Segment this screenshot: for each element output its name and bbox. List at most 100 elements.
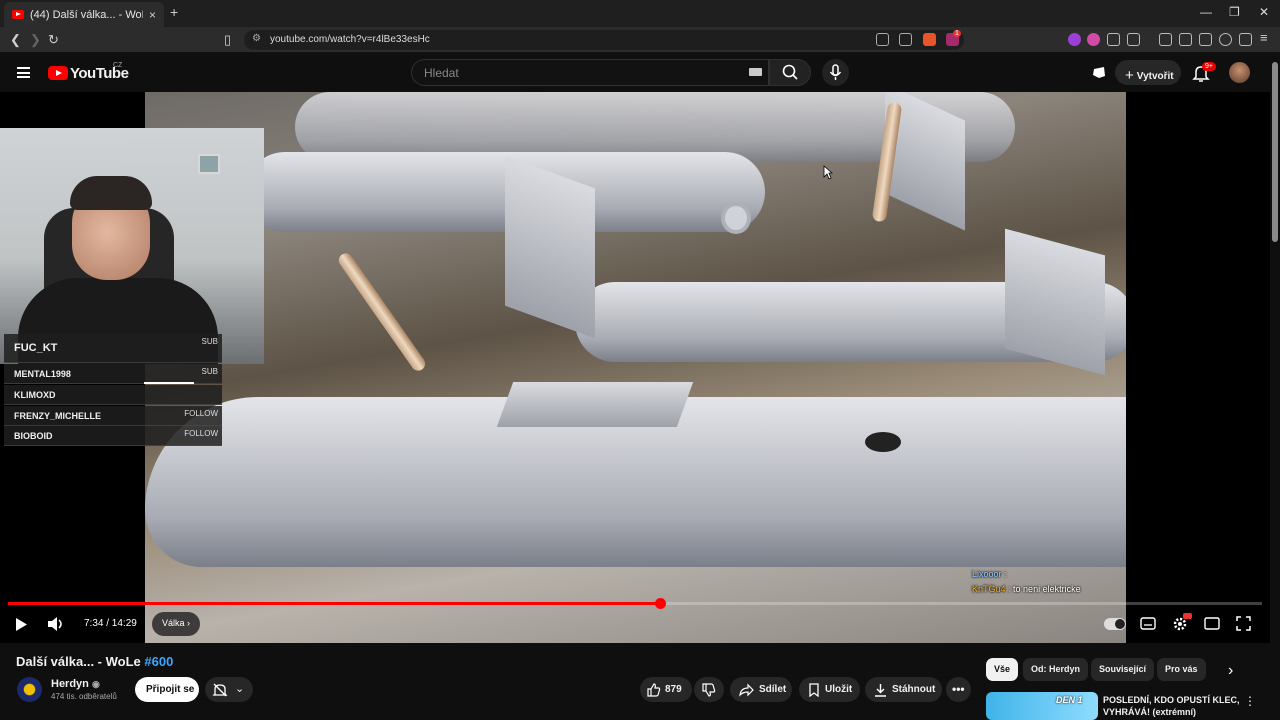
event-name: KLIMOXD: [14, 390, 56, 400]
fullscreen-icon[interactable]: [1236, 616, 1251, 631]
keyboard-icon[interactable]: [749, 68, 762, 76]
video-player[interactable]: FUC_KT SUB MENTAL1998 SUB KLIMOXD FRENZY…: [0, 92, 1270, 643]
autoplay-toggle[interactable]: [1104, 618, 1126, 630]
progress-played: [8, 602, 661, 605]
recommendation-menu-icon[interactable]: ⋮: [1244, 694, 1256, 708]
media-icon[interactable]: [1159, 33, 1172, 46]
save-button[interactable]: Uložit: [799, 677, 860, 702]
hd-badge: [1183, 613, 1192, 619]
save-label: Uložit: [825, 684, 853, 695]
share-icon[interactable]: [899, 33, 912, 46]
new-tab-button[interactable]: +: [170, 4, 178, 20]
download-label: Stáhnout: [892, 684, 936, 695]
chip-for-you[interactable]: Pro vás: [1157, 658, 1206, 681]
wallet-icon[interactable]: [1199, 33, 1212, 46]
streamer-hair: [70, 176, 152, 210]
close-tab-icon[interactable]: ×: [149, 8, 156, 22]
chapter-label: Válka: [162, 618, 185, 628]
channel-name[interactable]: Herdyn ◉: [51, 678, 100, 690]
save-playlist-icon: [809, 683, 819, 697]
drone-panel: [496, 382, 694, 427]
leo-ai-icon[interactable]: [1219, 33, 1232, 46]
recommendation-thumbnail[interactable]: DEN 1: [986, 692, 1098, 720]
youtube-header: YouTube CZ Hledat + Vytvořit 9+: [0, 53, 1280, 92]
brave-shield-icon[interactable]: [923, 33, 936, 46]
search-input[interactable]: Hledat: [411, 59, 769, 86]
maximize-icon[interactable]: ❐: [1229, 5, 1240, 19]
chip-all[interactable]: Vše: [986, 658, 1019, 681]
progress-bar[interactable]: [8, 598, 1262, 609]
share-button[interactable]: Sdílet: [730, 677, 792, 702]
theater-mode-icon[interactable]: [1204, 617, 1220, 630]
youtube-favicon-icon: [12, 10, 24, 19]
forward-icon[interactable]: ❯: [30, 32, 41, 48]
recommendation-title[interactable]: POSLEDNÍ, KDO OPUSTÍ KLEC, VYHRÁVÁ! (ext…: [1103, 694, 1243, 718]
hashtag-link[interactable]: #600: [144, 654, 173, 669]
url-field[interactable]: ⚙ youtube.com/watch?v=r4lBe33esHc: [244, 30, 964, 50]
drone-fin: [505, 155, 595, 339]
youtube-logo-icon[interactable]: [48, 66, 68, 80]
search-button[interactable]: [769, 59, 811, 86]
browser-menu-icon[interactable]: ≡: [1260, 30, 1268, 45]
more-actions-button[interactable]: •••: [946, 677, 971, 702]
event-name: MENTAL1998: [14, 369, 71, 379]
video-title: Další válka... - WoLe #600: [16, 654, 173, 669]
gaming-icon[interactable]: [1091, 64, 1107, 80]
chat-user: KnTGu4 :: [972, 584, 1011, 594]
scrubber-handle[interactable]: [655, 598, 667, 609]
chat-message: to neni elektricke: [1013, 584, 1081, 594]
channel-avatar[interactable]: [17, 677, 42, 702]
video-frame[interactable]: [145, 92, 1126, 643]
browser-tab-bar: (44) Další válka... - WoLe #600 - × + — …: [0, 0, 1280, 27]
cast-icon[interactable]: [876, 33, 889, 46]
extensions-icon[interactable]: [1107, 33, 1120, 46]
chip-related[interactable]: Související: [1091, 658, 1155, 681]
stream-events-panel: FUC_KT SUB MENTAL1998 SUB KLIMOXD FRENZY…: [4, 334, 222, 446]
thumbs-up-icon: [647, 683, 661, 697]
chapter-chip[interactable]: Válka ›: [152, 612, 201, 636]
extension-2-icon[interactable]: [1087, 33, 1100, 46]
chip-from-channel[interactable]: Od: Herdyn: [1023, 658, 1089, 681]
notification-badge: 9+: [1202, 62, 1216, 71]
account-avatar[interactable]: [1229, 62, 1250, 83]
thumbnail-text: DEN 1: [1056, 695, 1083, 705]
url-text: youtube.com/watch?v=r4lBe33esHc: [270, 34, 430, 45]
page-scrollbar[interactable]: [1272, 62, 1278, 242]
bell-off-icon: [212, 683, 228, 697]
event-row: MENTAL1998 SUB: [4, 364, 222, 384]
volume-icon[interactable]: [47, 616, 65, 632]
event-progress-bar: [144, 382, 194, 384]
bookmark-icon[interactable]: ▯: [224, 32, 231, 48]
notification-settings-button[interactable]: ⌄: [205, 677, 253, 702]
screenshot-icon[interactable]: [1127, 33, 1140, 46]
like-button[interactable]: 879: [640, 677, 692, 702]
overlay-chat-line: KnTGu4 : to neni elektricke: [972, 584, 1081, 594]
chevron-right-icon: ›: [187, 618, 191, 628]
create-button[interactable]: + Vytvořit: [1115, 60, 1181, 85]
vpn-icon[interactable]: [1239, 33, 1252, 46]
antenna-base: [865, 432, 901, 452]
overlay-chat-line: Lixooor :: [972, 569, 1007, 579]
event-name: BIOBOID: [14, 431, 53, 441]
chat-user: Lixooor :: [972, 569, 1007, 579]
tab-title: (44) Další válka... - WoLe #600 -: [30, 8, 143, 21]
event-row: FUC_KT SUB: [4, 334, 222, 363]
site-info-icon[interactable]: ⚙: [252, 33, 261, 44]
verified-icon: ◉: [91, 679, 100, 689]
download-button[interactable]: Stáhnout: [865, 677, 942, 702]
extension-1-icon[interactable]: [1068, 33, 1081, 46]
sidebar-icon[interactable]: [1179, 33, 1192, 46]
voice-search-button[interactable]: [822, 59, 849, 86]
dislike-button[interactable]: [694, 677, 724, 702]
hamburger-menu-icon[interactable]: [17, 67, 30, 78]
reload-icon[interactable]: ↻: [48, 32, 59, 48]
close-window-icon[interactable]: ✕: [1259, 5, 1269, 19]
region-code: CZ: [113, 62, 123, 69]
chips-next-arrow-icon[interactable]: ›: [1228, 662, 1246, 682]
play-icon[interactable]: [14, 617, 28, 632]
minimize-icon[interactable]: —: [1200, 5, 1212, 19]
back-icon[interactable]: ❮: [10, 32, 21, 48]
join-button[interactable]: Připojit se: [135, 677, 199, 702]
subtitles-icon[interactable]: [1140, 617, 1156, 630]
browser-tab[interactable]: (44) Další válka... - WoLe #600 - ×: [4, 2, 164, 27]
